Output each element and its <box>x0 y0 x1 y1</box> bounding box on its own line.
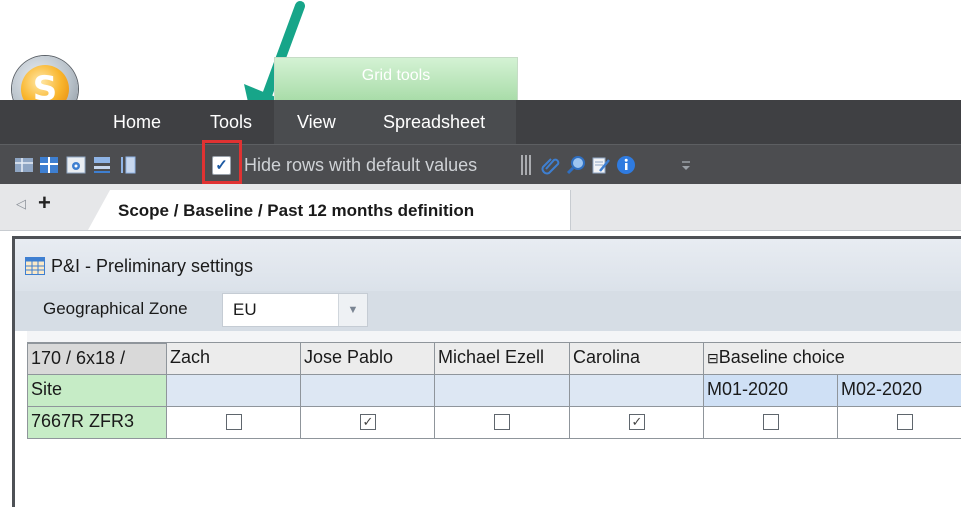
subheader-empty <box>167 375 301 407</box>
col-header-zach[interactable]: Zach <box>167 343 301 375</box>
hide-rows-label: Hide rows with default values <box>244 155 478 175</box>
doc-tab-label: Scope / Baseline / Past 12 months defini… <box>118 201 475 220</box>
grid-settings-icon[interactable] <box>14 155 34 175</box>
toolbar-separator-grip <box>521 155 531 175</box>
tab-view[interactable]: View <box>297 112 336 133</box>
info-icon[interactable] <box>616 155 636 175</box>
table-cell <box>838 407 961 439</box>
table-cell: ✓ <box>570 407 704 439</box>
row-checkbox[interactable]: ✓ <box>360 414 376 430</box>
geo-zone-value: EU <box>233 300 257 319</box>
grid-tools-label: Grid tools <box>361 67 431 84</box>
row-checkbox[interactable] <box>763 414 779 430</box>
subheader-empty <box>435 375 570 407</box>
row-height-icon[interactable] <box>92 155 112 175</box>
collapse-group-icon[interactable]: ⊟ <box>707 350 719 366</box>
tab-home[interactable]: Home <box>113 112 161 133</box>
row-checkbox[interactable] <box>226 414 242 430</box>
parameter-bar: Geographical Zone <box>15 291 961 331</box>
subcol-header-m02-2020[interactable]: M02-2020 <box>838 375 961 407</box>
row-checkbox[interactable] <box>897 414 913 430</box>
grid-toolbar: ✓ Hide rows with default values <box>0 144 961 185</box>
subcol-header-m01-2020[interactable]: M01-2020 <box>704 375 838 407</box>
col-header-carolina[interactable]: Carolina <box>570 343 704 375</box>
tab-tools[interactable]: Tools <box>210 112 252 133</box>
table-cell <box>704 407 838 439</box>
dropdown-arrow-icon[interactable]: ▼ <box>338 294 367 326</box>
col-header-jose-pablo[interactable]: Jose Pablo <box>301 343 435 375</box>
ribbon-tab-bar: Home Tools View Spreadsheet <box>0 100 961 144</box>
panel-header: P&I - Preliminary settings <box>15 239 961 291</box>
table-cell <box>435 407 570 439</box>
table-cell <box>167 407 301 439</box>
tab-scope-baseline[interactable]: Scope / Baseline / Past 12 months defini… <box>88 190 571 230</box>
toolbar-overflow-icon[interactable] <box>680 155 692 175</box>
table-cell: ✓ <box>301 407 435 439</box>
edit-notes-icon[interactable] <box>591 155 611 175</box>
panel-title: P&I - Preliminary settings <box>51 256 254 276</box>
table-icon <box>25 257 45 275</box>
corner-header: 170 / 6x18 / <box>27 343 167 375</box>
tab-spreadsheet[interactable]: Spreadsheet <box>383 112 485 133</box>
highlight-box <box>202 140 242 184</box>
subheader-empty <box>570 375 704 407</box>
group-header-baseline-choice[interactable]: ⊟Baseline choice <box>704 343 961 375</box>
subheader-empty <box>301 375 435 407</box>
tab-scroll-left-icon[interactable]: ◁ <box>16 196 26 212</box>
row-checkbox[interactable] <box>494 414 510 430</box>
site-header: Site <box>27 375 167 407</box>
add-tab-icon[interactable]: + <box>38 190 51 216</box>
search-icon[interactable] <box>566 155 586 175</box>
geo-zone-dropdown[interactable]: EU ▼ <box>222 293 368 327</box>
grid-tools-context-tab[interactable]: Grid tools <box>274 57 518 101</box>
table-config-icon[interactable] <box>66 155 86 175</box>
row-checkbox[interactable]: ✓ <box>629 414 645 430</box>
data-grid: 170 / 6x18 / Zach Jose Pablo Michael Eze… <box>27 331 961 504</box>
row-key-cell: 7667R ZFR3 <box>27 407 167 439</box>
column-width-icon[interactable] <box>118 155 138 175</box>
attach-icon[interactable] <box>540 155 560 175</box>
group-header-label: Baseline choice <box>718 347 845 367</box>
table-layout-icon[interactable] <box>39 155 59 175</box>
geo-zone-label: Geographical Zone <box>43 299 188 318</box>
col-header-michael-ezell[interactable]: Michael Ezell <box>435 343 570 375</box>
